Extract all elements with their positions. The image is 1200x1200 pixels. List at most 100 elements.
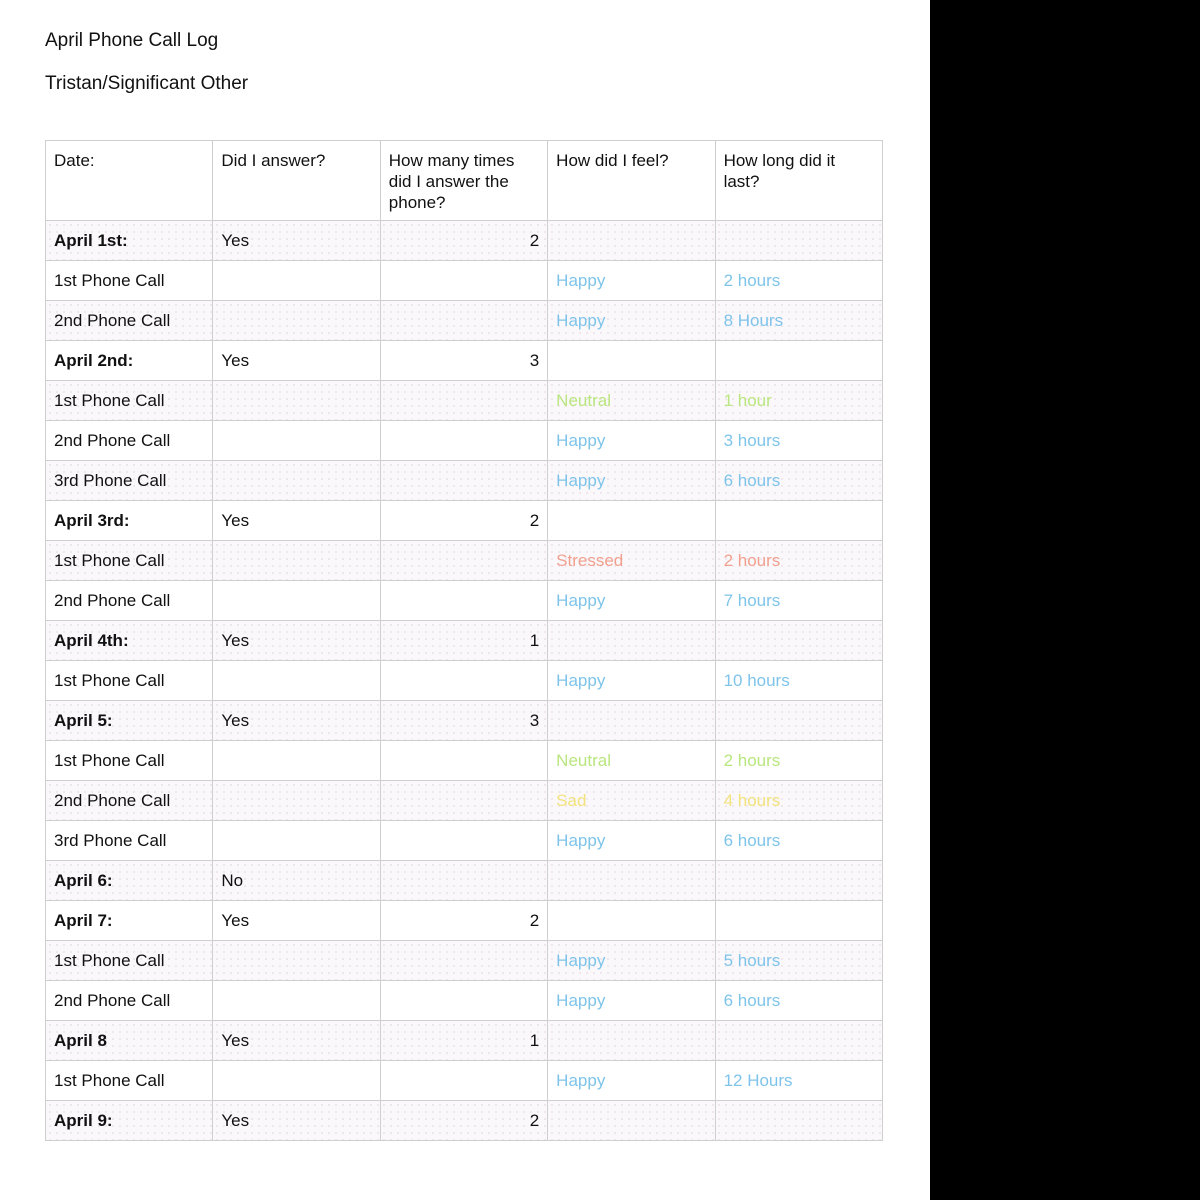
date-row: April 7: Yes 2: [44, 900, 883, 941]
document-subtitle: Tristan/Significant Other: [45, 73, 249, 94]
call-row: 1st Phone Call Happy 10 hours: [44, 660, 883, 701]
row-label: April 7:: [44, 900, 214, 941]
feeling-cell: [547, 900, 716, 941]
row-label: 2nd Phone Call: [44, 980, 214, 1021]
count-cell: [379, 380, 549, 421]
count-cell: [379, 940, 549, 981]
feeling-cell: [547, 500, 716, 541]
call-row: 3rd Phone Call Happy 6 hours: [44, 820, 883, 861]
duration-cell: [714, 700, 883, 741]
feeling-cell: Happy: [547, 580, 716, 621]
date-row: April 8 Yes 1: [44, 1020, 883, 1061]
row-label: 3rd Phone Call: [44, 820, 214, 861]
duration-cell: [714, 500, 883, 541]
row-label: April 3rd:: [44, 500, 214, 541]
feeling-cell: [547, 700, 716, 741]
row-label: April 1st:: [44, 220, 214, 261]
document-title: April Phone Call Log: [45, 30, 219, 51]
answered-cell: [212, 740, 381, 781]
feeling-cell: Stressed: [547, 540, 716, 581]
date-row: April 4th: Yes 1: [44, 620, 883, 661]
count-cell: 3: [379, 340, 549, 381]
call-row: 1st Phone Call Happy 5 hours: [44, 940, 883, 981]
row-label: April 9:: [44, 1100, 214, 1141]
duration-cell: 2 hours: [714, 540, 883, 581]
answered-cell: Yes: [212, 220, 381, 261]
answered-cell: [212, 580, 381, 621]
duration-cell: 4 hours: [714, 780, 883, 821]
call-row: 1st Phone Call Stressed 2 hours: [44, 540, 883, 581]
feeling-cell: Neutral: [547, 380, 716, 421]
feeling-cell: Happy: [547, 420, 716, 461]
date-row: April 9: Yes 2: [44, 1100, 883, 1141]
date-row: April 5: Yes 3: [44, 700, 883, 741]
count-cell: 2: [379, 900, 549, 941]
duration-cell: 6 hours: [714, 980, 883, 1021]
duration-cell: 3 hours: [714, 420, 883, 461]
call-log-table: Date: Did I answer? How many times did I…: [44, 140, 883, 1141]
row-label: 1st Phone Call: [44, 540, 214, 581]
count-cell: [379, 820, 549, 861]
count-cell: 3: [379, 700, 549, 741]
answered-cell: [212, 660, 381, 701]
row-label: 2nd Phone Call: [44, 420, 214, 461]
answered-cell: [212, 940, 381, 981]
answered-cell: Yes: [212, 1020, 381, 1061]
count-cell: [379, 660, 549, 701]
header-date: Date:: [44, 140, 214, 221]
answered-cell: Yes: [212, 500, 381, 541]
feeling-cell: [547, 860, 716, 901]
row-label: April 5:: [44, 700, 214, 741]
header-answered: Did I answer?: [212, 140, 381, 221]
feeling-cell: Neutral: [547, 740, 716, 781]
call-row: 1st Phone Call Happy 2 hours: [44, 260, 883, 301]
call-row: 3rd Phone Call Happy 6 hours: [44, 460, 883, 501]
table-header-row: Date: Did I answer? How many times did I…: [44, 140, 883, 221]
row-label: 2nd Phone Call: [44, 780, 214, 821]
answered-cell: [212, 780, 381, 821]
duration-cell: 2 hours: [714, 260, 883, 301]
row-label: 2nd Phone Call: [44, 580, 214, 621]
feeling-cell: [547, 340, 716, 381]
count-cell: 2: [379, 220, 549, 261]
header-count: How many times did I answer the phone?: [379, 140, 549, 221]
answered-cell: [212, 380, 381, 421]
row-label: 1st Phone Call: [44, 1060, 214, 1101]
feeling-cell: Happy: [547, 300, 716, 341]
right-black-margin: [930, 0, 1200, 1200]
duration-cell: [714, 620, 883, 661]
row-label: 1st Phone Call: [44, 740, 214, 781]
answered-cell: [212, 1060, 381, 1101]
duration-cell: 1 hour: [714, 380, 883, 421]
feeling-cell: [547, 1100, 716, 1141]
count-cell: [379, 260, 549, 301]
answered-cell: Yes: [212, 340, 381, 381]
date-row: April 2nd: Yes 3: [44, 340, 883, 381]
row-label: 1st Phone Call: [44, 380, 214, 421]
duration-cell: 10 hours: [714, 660, 883, 701]
answered-cell: [212, 540, 381, 581]
count-cell: [379, 780, 549, 821]
feeling-cell: Happy: [547, 980, 716, 1021]
count-cell: [379, 300, 549, 341]
duration-cell: 7 hours: [714, 580, 883, 621]
duration-cell: [714, 1020, 883, 1061]
count-cell: [379, 460, 549, 501]
count-cell: [379, 1060, 549, 1101]
count-cell: 1: [379, 620, 549, 661]
date-row: April 6: No: [44, 860, 883, 901]
answered-cell: [212, 980, 381, 1021]
feeling-cell: Happy: [547, 460, 716, 501]
count-cell: [379, 860, 549, 901]
answered-cell: [212, 260, 381, 301]
row-label: April 6:: [44, 860, 214, 901]
call-row: 2nd Phone Call Happy 3 hours: [44, 420, 883, 461]
feeling-cell: Sad: [547, 780, 716, 821]
row-label: 3rd Phone Call: [44, 460, 214, 501]
table-body: April 1st: Yes 2 1st Phone Call Happy 2 hours…: [44, 220, 883, 1141]
duration-cell: 8 Hours: [714, 300, 883, 341]
answered-cell: Yes: [212, 700, 381, 741]
feeling-cell: [547, 620, 716, 661]
duration-cell: [714, 900, 883, 941]
date-row: April 3rd: Yes 2: [44, 500, 883, 541]
